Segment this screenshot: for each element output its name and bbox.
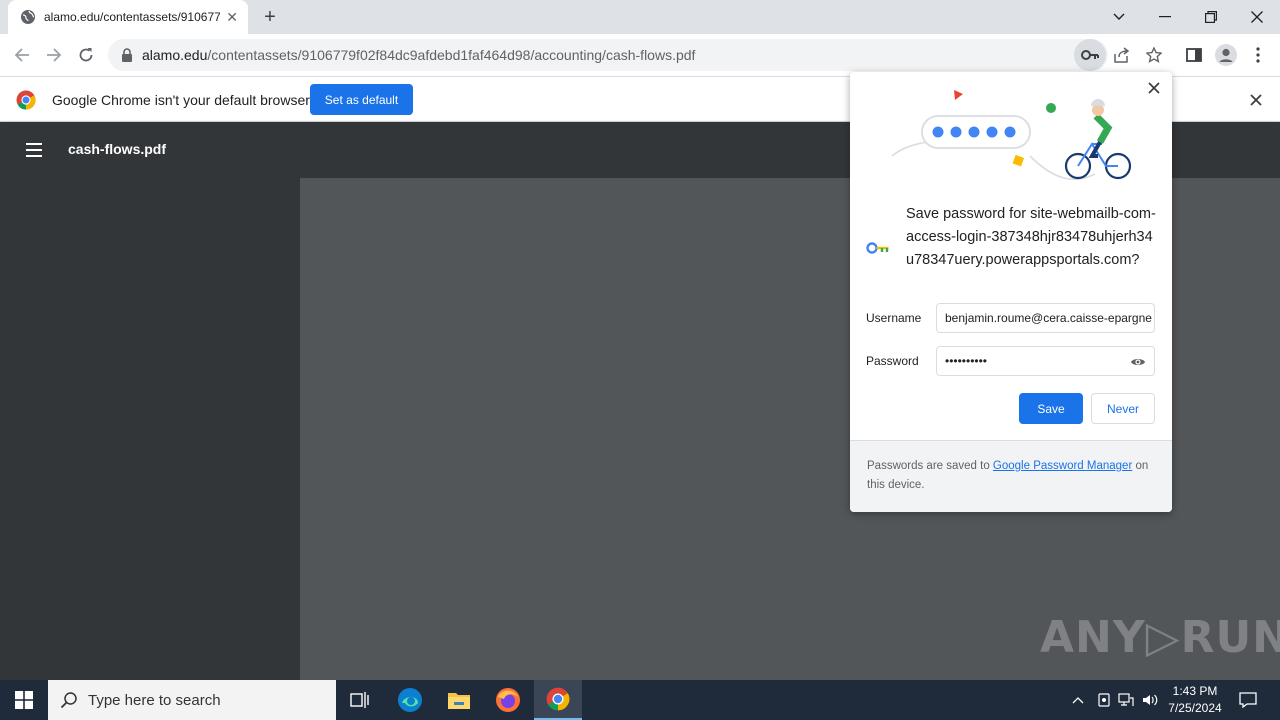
infobar-message: Google Chrome isn't your default browser xyxy=(52,92,310,108)
browser-toolbar: alamo.edu/contentassets/9106779f02f84dc9… xyxy=(0,34,1280,76)
password-field[interactable]: •••••••••• xyxy=(936,346,1155,376)
username-label: Username xyxy=(866,311,922,325)
reload-icon xyxy=(79,48,93,62)
chrome-menu-button[interactable] xyxy=(1246,43,1270,67)
lock-icon[interactable] xyxy=(120,48,134,62)
restore-button[interactable] xyxy=(1188,0,1234,34)
password-key-button[interactable] xyxy=(1074,39,1106,71)
anyrun-watermark: ANY▷RUN xyxy=(1040,612,1280,663)
username-value: benjamin.roume@cera.caisse-epargne xyxy=(945,311,1152,325)
windows-logo-icon xyxy=(15,691,33,709)
firefox-taskbar-button[interactable] xyxy=(484,680,532,720)
browser-tab[interactable]: alamo.edu/contentassets/9106779f02f84dc9… xyxy=(8,0,248,34)
url-text: alamo.edu/contentassets/9106779f02f84dc9… xyxy=(142,47,696,63)
file-explorer-taskbar-button[interactable] xyxy=(435,680,483,720)
task-view-icon xyxy=(350,692,369,708)
device-tray-button[interactable] xyxy=(1094,680,1114,720)
footer-text-start: Passwords are saved to xyxy=(867,460,993,472)
chrome-logo-icon xyxy=(16,90,36,110)
back-arrow-icon xyxy=(14,48,29,62)
star-icon xyxy=(1146,47,1162,63)
side-panel-button[interactable] xyxy=(1182,43,1206,67)
search-icon xyxy=(60,692,77,709)
avatar-icon xyxy=(1215,44,1237,66)
password-label: Password xyxy=(866,354,919,368)
profile-button[interactable] xyxy=(1214,43,1238,67)
tab-strip: alamo.edu/contentassets/9106779f02f84dc9… xyxy=(0,0,1280,34)
forward-arrow-icon xyxy=(47,48,62,62)
chevron-up-icon xyxy=(1072,697,1084,704)
firefox-icon xyxy=(496,688,520,712)
network-tray-button[interactable] xyxy=(1116,680,1136,720)
save-button[interactable]: Save xyxy=(1019,393,1083,424)
notification-icon xyxy=(1239,692,1257,708)
address-bar[interactable]: alamo.edu/contentassets/9106779f02f84dc9… xyxy=(108,39,1108,71)
search-placeholder: Type here to search xyxy=(88,691,221,709)
taskbar-search-box[interactable]: Type here to search xyxy=(48,680,336,720)
dialog-title: Save password for site-webmailb-com-acce… xyxy=(906,206,1156,268)
chrome-icon xyxy=(546,687,570,711)
notifications-button[interactable] xyxy=(1236,680,1260,720)
start-button[interactable] xyxy=(0,680,48,720)
save-password-dialog: Save password for site-webmailb-com-acce… xyxy=(850,72,1172,512)
pdf-filename: cash-flows.pdf xyxy=(68,141,167,157)
bookmark-button[interactable] xyxy=(1142,43,1166,67)
network-icon xyxy=(1118,693,1134,706)
windows-taskbar: Type here to search 1:43 PM 7/25/2024 xyxy=(0,680,1280,720)
password-illustration xyxy=(891,90,1132,181)
show-hidden-icons-button[interactable] xyxy=(1068,680,1088,720)
pdf-sidebar xyxy=(0,178,300,680)
more-vert-icon xyxy=(1256,47,1260,63)
key-icon xyxy=(866,242,889,254)
speaker-icon xyxy=(1143,694,1158,706)
tab-title: alamo.edu/contentassets/9106779f02f84dc9… xyxy=(44,10,221,24)
edge-taskbar-button[interactable] xyxy=(386,680,434,720)
edge-icon xyxy=(398,688,422,712)
username-field[interactable]: benjamin.roume@cera.caisse-epargne xyxy=(936,303,1155,333)
device-icon xyxy=(1098,693,1110,707)
chrome-taskbar-button[interactable] xyxy=(534,680,582,720)
task-view-button[interactable] xyxy=(336,680,384,720)
globe-icon xyxy=(21,10,35,24)
forward-button[interactable] xyxy=(42,43,66,67)
dialog-footer: Passwords are saved to Google Password M… xyxy=(850,440,1172,512)
eye-icon[interactable] xyxy=(1130,354,1146,370)
tab-close-icon[interactable]: ✕ xyxy=(226,9,238,26)
new-tab-button[interactable]: + xyxy=(258,6,282,28)
back-button[interactable] xyxy=(10,43,34,67)
hamburger-menu-icon[interactable] xyxy=(24,140,44,160)
share-icon xyxy=(1114,47,1130,63)
side-panel-icon xyxy=(1186,48,1202,62)
password-manager-link[interactable]: Google Password Manager xyxy=(993,460,1132,472)
clock-time: 1:43 PM xyxy=(1172,684,1218,698)
folder-icon xyxy=(448,693,470,709)
share-button[interactable] xyxy=(1110,43,1134,67)
minimize-button[interactable] xyxy=(1142,0,1188,34)
clock-date: 7/25/2024 xyxy=(1168,701,1222,715)
password-value: •••••••••• xyxy=(945,354,988,368)
set-as-default-button[interactable]: Set as default xyxy=(310,84,413,115)
key-icon xyxy=(1081,50,1099,60)
reload-button[interactable] xyxy=(74,43,98,67)
volume-tray-button[interactable] xyxy=(1140,680,1160,720)
infobar-close-icon[interactable] xyxy=(1246,90,1266,110)
dialog-close-icon[interactable] xyxy=(1146,80,1162,96)
close-window-button[interactable] xyxy=(1234,0,1280,34)
tab-search-chevron-icon[interactable] xyxy=(1096,0,1142,34)
taskbar-clock[interactable]: 1:43 PM 7/25/2024 xyxy=(1160,683,1230,717)
never-button[interactable]: Never xyxy=(1091,393,1155,424)
